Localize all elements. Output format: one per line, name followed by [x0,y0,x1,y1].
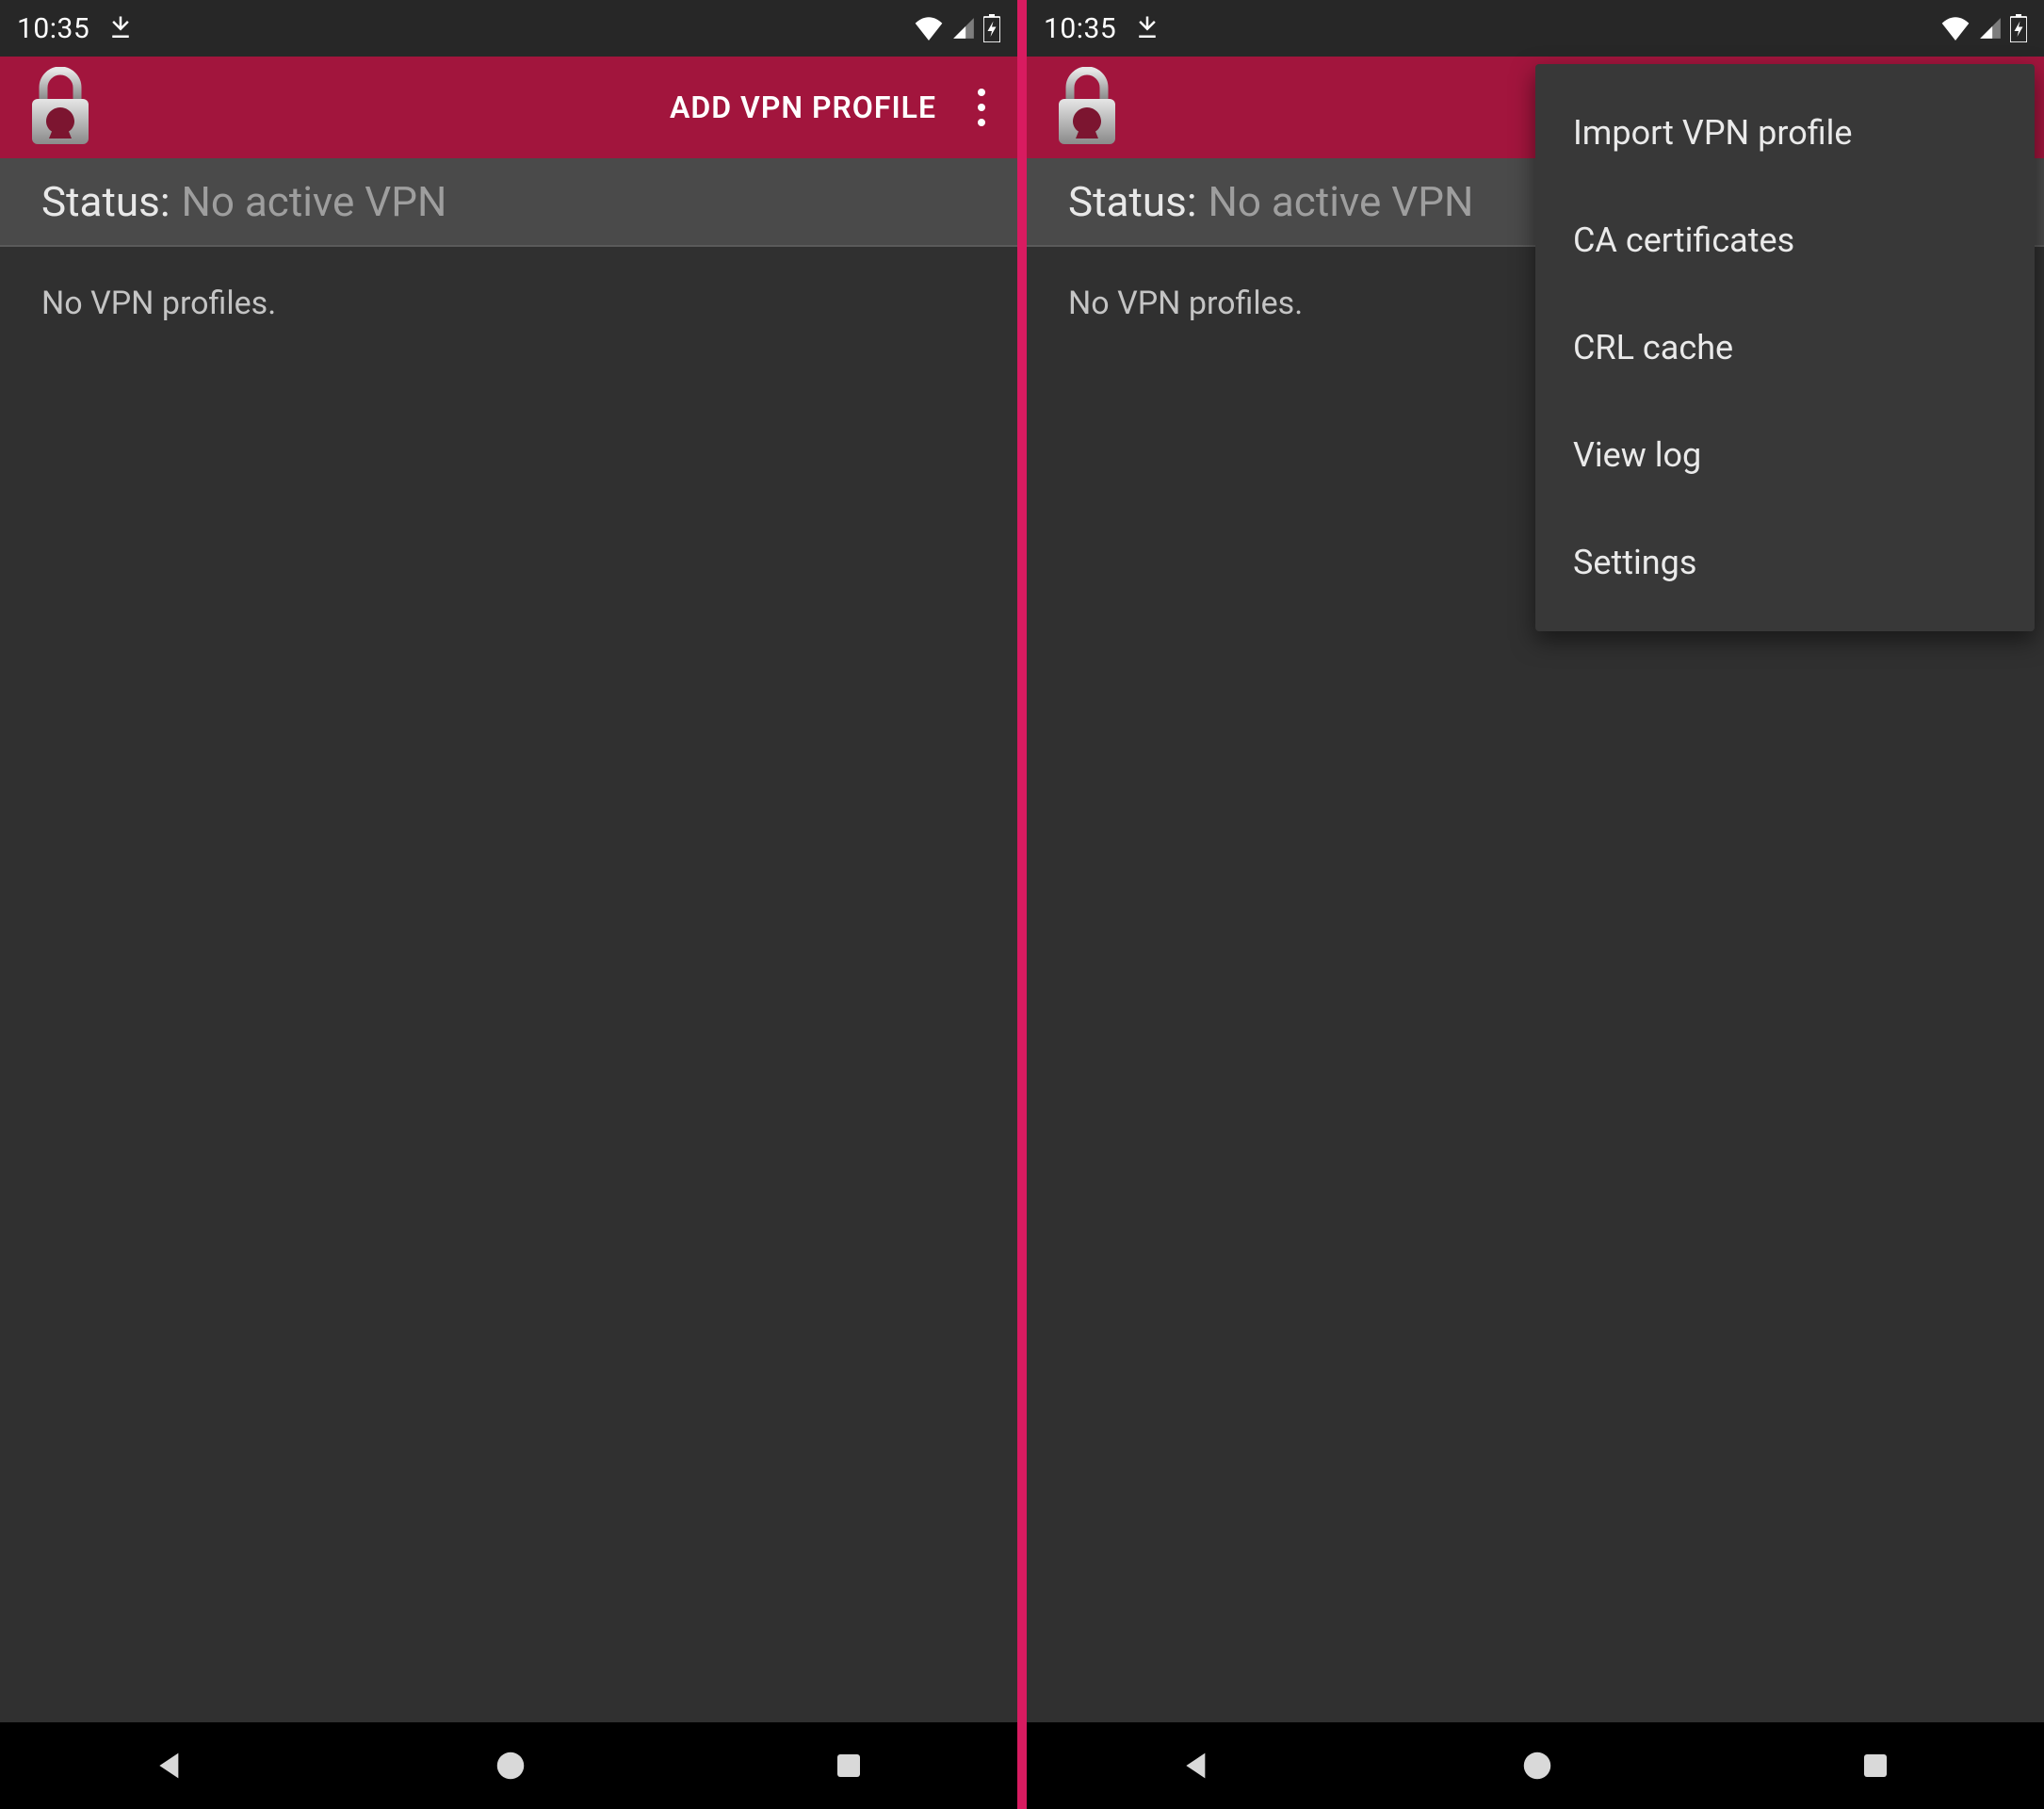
nav-back-icon[interactable] [152,1747,189,1785]
app-logo-lock-icon [1049,70,1125,145]
android-status-bar: 10:35 [1027,0,2044,57]
phone-right: 10:35 [1027,0,2044,1809]
nav-recent-icon[interactable] [1858,1749,1892,1783]
android-status-bar: 10:35 [0,0,1017,57]
clock: 10:35 [17,12,89,45]
android-nav-bar [0,1722,1017,1809]
download-done-icon [106,14,135,42]
android-nav-bar [1027,1722,2044,1809]
nav-home-icon[interactable] [1519,1748,1555,1784]
menu-item-view-log[interactable]: View log [1535,401,2035,509]
overflow-menu-button[interactable] [963,79,1000,136]
overflow-menu: Import VPN profile CA certificates CRL c… [1535,64,2035,631]
app-bar: ADD VPN PROFILE [0,57,1017,158]
app-logo-lock-icon [23,70,98,145]
nav-recent-icon[interactable] [832,1749,866,1783]
download-done-icon [1133,14,1161,42]
status-value: No active VPN [181,177,446,226]
nav-home-icon[interactable] [493,1748,528,1784]
cell-signal-icon [951,16,976,41]
battery-charging-icon [983,14,1000,42]
menu-item-import-vpn-profile[interactable]: Import VPN profile [1535,79,2035,187]
vpn-status-row: Status: No active VPN [0,158,1017,247]
screenshot-divider [1017,0,1027,1809]
status-label: Status: [41,177,170,226]
cell-signal-icon [1978,16,2003,41]
menu-item-ca-certificates[interactable]: CA certificates [1535,187,2035,294]
phone-left: 10:35 [0,0,1017,1809]
add-vpn-profile-button[interactable]: ADD VPN PROFILE [670,90,936,125]
menu-item-settings[interactable]: Settings [1535,509,2035,616]
wifi-icon [914,16,944,41]
menu-item-crl-cache[interactable]: CRL cache [1535,294,2035,401]
status-label: Status: [1068,177,1196,226]
profiles-empty-message: No VPN profiles. [0,247,1017,360]
wifi-icon [1940,16,1971,41]
clock: 10:35 [1044,12,1116,45]
battery-charging-icon [2010,14,2027,42]
status-value: No active VPN [1208,177,1473,226]
nav-back-icon[interactable] [1178,1747,1216,1785]
